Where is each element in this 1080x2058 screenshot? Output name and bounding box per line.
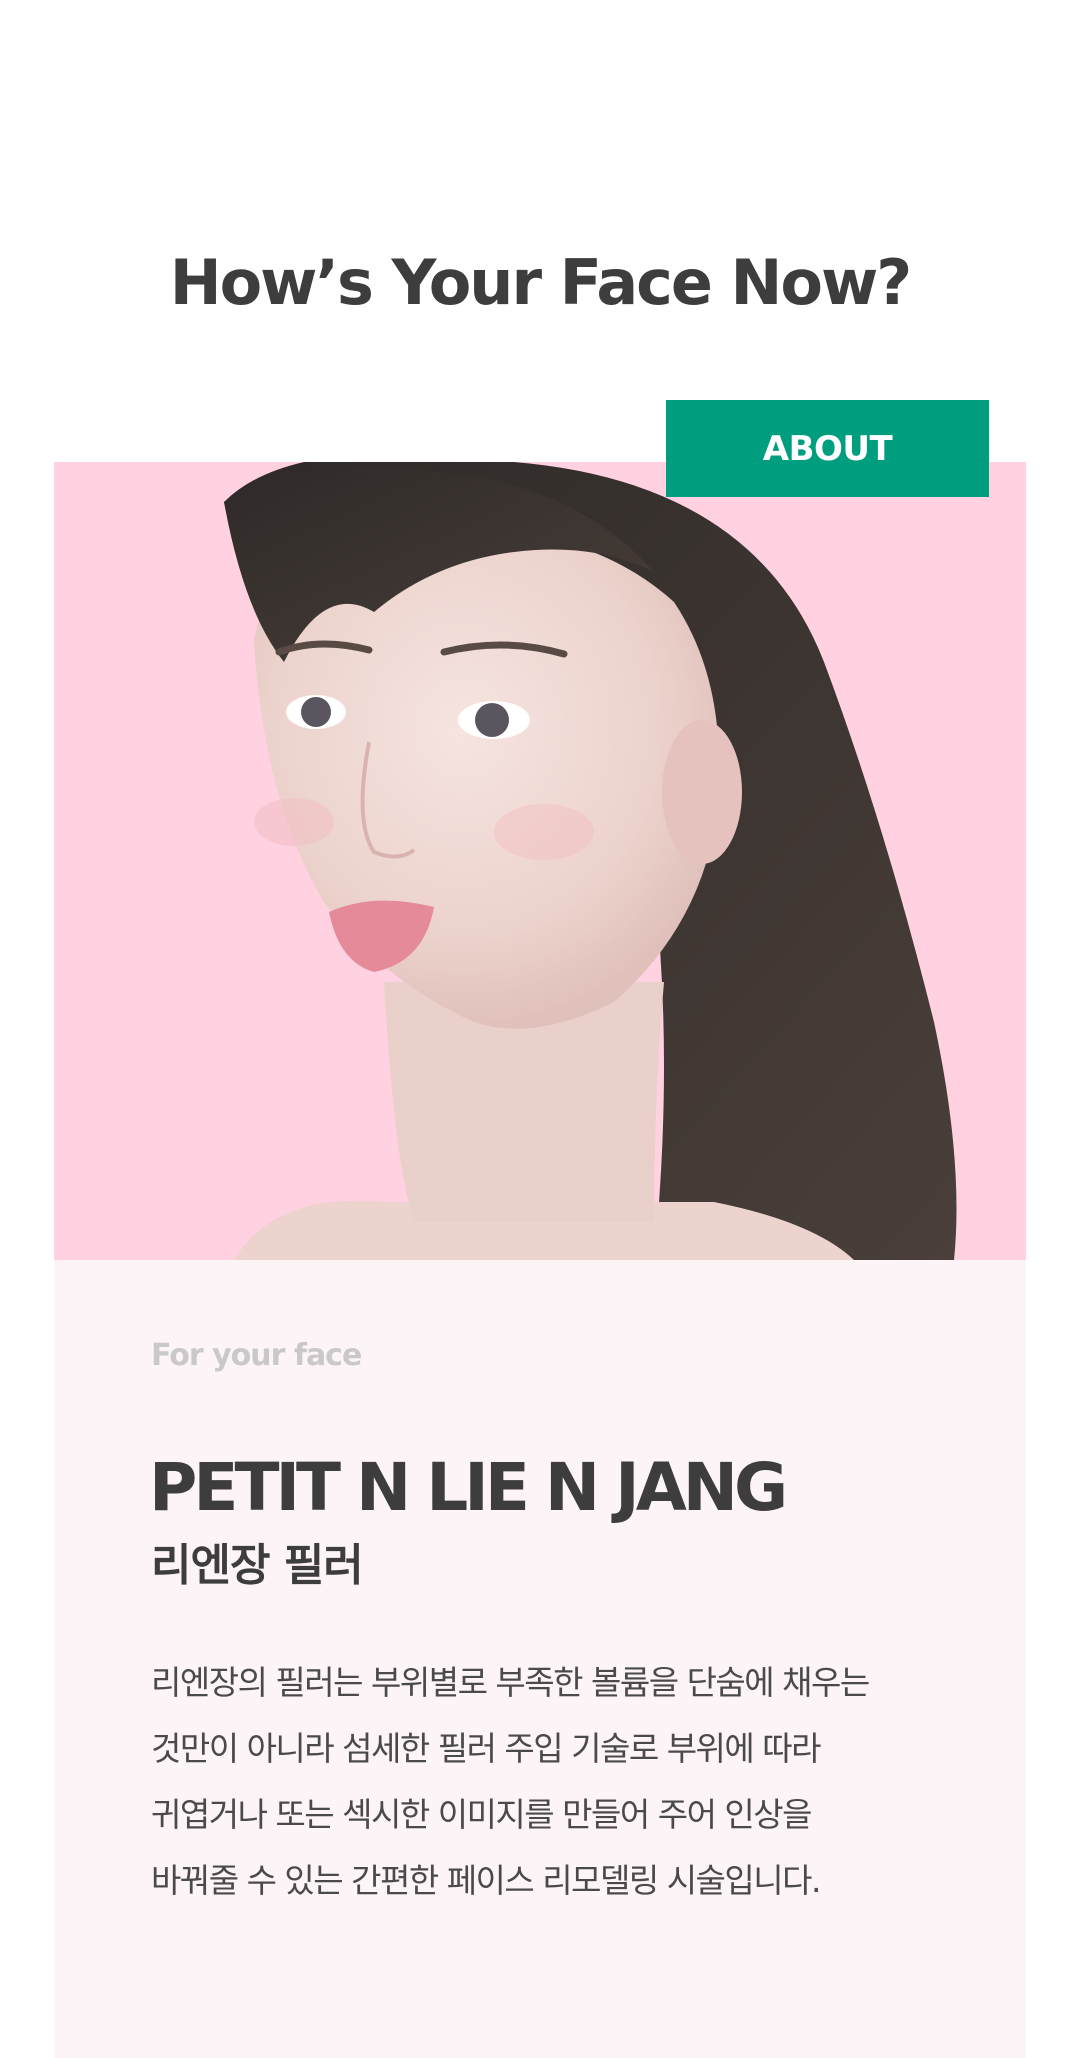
hero-image — [54, 462, 1026, 1260]
product-title: PETIT N LIE N JANG — [149, 1449, 788, 1526]
page-headline: How’s Your Face Now? — [169, 246, 913, 319]
product-subtitle: 리엔장 필러 — [151, 1540, 364, 1591]
portrait-illustration — [54, 462, 1026, 1260]
description-line: 것만이 아니라 섬세한 필러 주입 기술로 부위에 따라 — [151, 1729, 822, 1768]
product-info-panel: For your face PETIT N LIE N JANG 리엔장 필러 … — [54, 1260, 1026, 2058]
description-line: 리엔장의 필러는 부위별로 부족한 볼륨을 단숨에 채우는 — [151, 1663, 870, 1702]
page: How’s Your Face Now? ABOUT For your face… — [0, 0, 1080, 2058]
eyebrow-label: For your face — [151, 1338, 362, 1373]
product-description: 리엔장의 필러는 부위별로 부족한 볼륨을 단숨에 채우는 것만이 아니라 섬세… — [151, 1650, 981, 1914]
description-line: 귀엽거나 또는 섹시한 이미지를 만들어 주어 인상을 — [151, 1795, 813, 1834]
about-button[interactable]: ABOUT — [666, 400, 989, 497]
description-line: 바꿔줄 수 있는 간편한 페이스 리모델링 시술입니다. — [151, 1861, 822, 1900]
